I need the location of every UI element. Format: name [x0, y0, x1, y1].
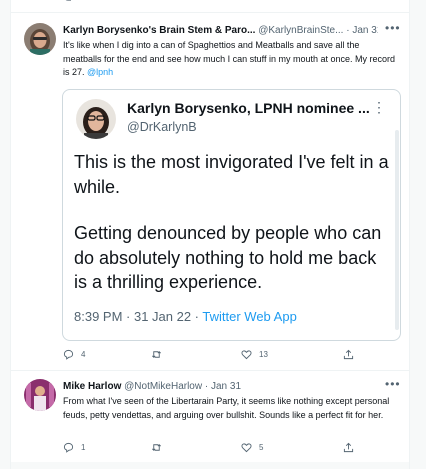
- reply-icon: [63, 442, 74, 453]
- heart-icon: [241, 443, 252, 453]
- more-options-icon[interactable]: •••: [385, 377, 401, 391]
- display-name[interactable]: Mike Harlow: [63, 381, 121, 392]
- avatar[interactable]: [24, 23, 56, 55]
- like-button[interactable]: 13: [241, 349, 268, 360]
- quoted-paragraph: Getting denounced by people who can do a…: [74, 223, 382, 292]
- quoted-more-icon[interactable]: ⋮: [372, 99, 386, 116]
- like-icon[interactable]: [243, 0, 253, 2]
- timeline: Karlyn Borysenko's Brain Stem & Paro... …: [10, 0, 410, 469]
- quoted-avatar[interactable]: [76, 99, 116, 139]
- handle[interactable]: @KarlynBrainSte...: [258, 25, 343, 36]
- retweet-button[interactable]: [151, 442, 169, 453]
- quoted-meta: 8:39 PM · 31 Jan 22 · Twitter Web App: [74, 309, 297, 324]
- reply-icon[interactable]: [63, 0, 73, 2]
- share-icon: [343, 442, 354, 453]
- share-icon: [343, 349, 354, 360]
- share-icon[interactable]: [343, 0, 353, 2]
- reply-count: 4: [81, 350, 86, 359]
- quoted-paragraph: This is the most invigorated I've felt i…: [74, 152, 389, 197]
- quoted-tweet[interactable]: Karlyn Borysenko, LPNH nominee ... @DrKa…: [62, 89, 401, 341]
- handle[interactable]: @NotMikeHarlow: [124, 381, 202, 392]
- like-count: 13: [259, 350, 268, 359]
- separator: [11, 370, 409, 371]
- timeline-footer: [11, 462, 409, 469]
- quoted-time: 8:39 PM · 31 Jan 22 ·: [74, 309, 203, 324]
- share-button[interactable]: [343, 442, 361, 453]
- tweet-text: From what I've seen of the Libertarain P…: [63, 396, 390, 420]
- reply-button[interactable]: 1: [63, 442, 85, 453]
- display-name[interactable]: Karlyn Borysenko's Brain Stem & Paro...: [63, 25, 255, 36]
- heart-icon: [241, 350, 252, 360]
- reply-icon: [63, 349, 74, 360]
- like-count: 5: [259, 443, 264, 452]
- avatar[interactable]: [24, 379, 56, 411]
- scrollbar[interactable]: [395, 130, 399, 330]
- tweet-header: Karlyn Borysenko's Brain Stem & Paro... …: [63, 25, 378, 36]
- tweet-text: It's like when I dig into a can of Spagh…: [63, 39, 399, 80]
- timestamp[interactable]: Jan 31: [352, 25, 378, 36]
- previous-tweet-actions: [63, 0, 353, 6]
- quoted-display-name[interactable]: Karlyn Borysenko, LPNH nominee ...: [127, 100, 370, 116]
- mention-link[interactable]: @lpnh: [87, 67, 113, 77]
- tweet-actions: 4 13: [63, 349, 363, 363]
- retweet-icon[interactable]: [159, 0, 169, 2]
- retweet-icon: [152, 444, 161, 451]
- quoted-text: This is the most invigorated I've felt i…: [74, 150, 392, 295]
- quoted-handle[interactable]: @DrKarlynB: [127, 120, 197, 134]
- tweet-actions: 1 5: [63, 442, 363, 456]
- timestamp[interactable]: Jan 31: [211, 381, 241, 392]
- retweet-button[interactable]: [151, 349, 169, 360]
- separator: [11, 12, 409, 13]
- more-options-icon[interactable]: •••: [385, 21, 401, 35]
- quoted-source[interactable]: Twitter Web App: [202, 309, 296, 324]
- share-button[interactable]: [343, 349, 361, 360]
- like-button[interactable]: 5: [241, 442, 263, 453]
- reply-button[interactable]: 4: [63, 349, 85, 360]
- retweet-icon: [152, 351, 161, 358]
- reply-count: 1: [81, 443, 86, 452]
- tweet-header: Mike Harlow @NotMikeHarlow · Jan 31: [63, 381, 242, 392]
